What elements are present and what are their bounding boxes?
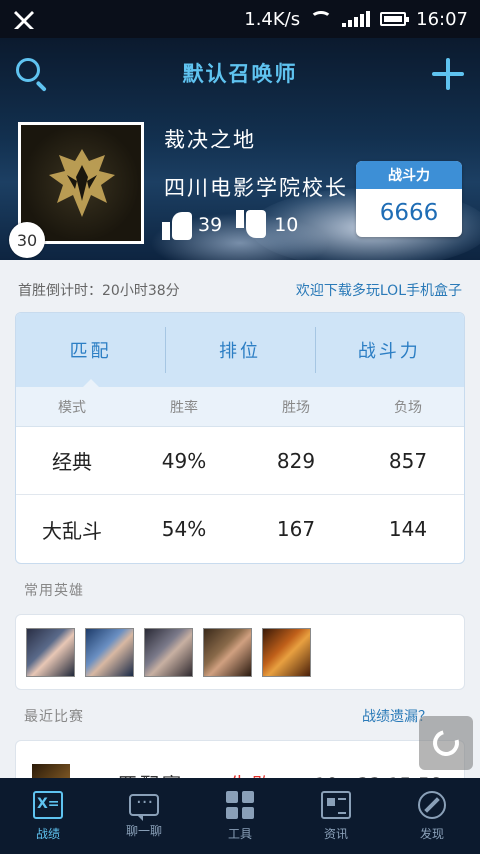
hero-avatar[interactable] bbox=[85, 627, 134, 677]
signal-icon bbox=[342, 11, 371, 27]
rating: 39 10 bbox=[162, 210, 298, 240]
notification-icon bbox=[12, 9, 42, 29]
level-badge: 30 bbox=[9, 222, 45, 258]
info-row: 首胜倒计时：20小时38分 欢迎下载多玩LOL手机盒子 bbox=[0, 272, 480, 308]
network-speed: 1.4K/s bbox=[244, 8, 301, 30]
nav-label: 聊一聊 bbox=[125, 823, 162, 838]
tab-ranked[interactable]: 排位 bbox=[165, 313, 314, 387]
chat-icon bbox=[129, 792, 159, 821]
stats-tabs: 匹配 排位 战斗力 bbox=[16, 313, 464, 388]
hero-avatar[interactable] bbox=[26, 627, 75, 677]
refresh-icon bbox=[428, 725, 464, 761]
recent-matches-header: 最近比赛 战绩遗漏？ bbox=[0, 700, 480, 732]
mode-cell: 经典 bbox=[52, 450, 92, 474]
nav-news[interactable]: 资讯 bbox=[288, 778, 384, 854]
table-row: 经典 49% 829 857 bbox=[16, 427, 464, 495]
top-nav: 默认召唤师 bbox=[0, 38, 480, 108]
tab-power[interactable]: 战斗力 bbox=[314, 313, 464, 387]
hero-avatar[interactable] bbox=[262, 627, 311, 677]
search-icon bbox=[16, 58, 40, 82]
wifi-icon bbox=[310, 11, 333, 27]
like-count: 39 bbox=[198, 214, 223, 236]
page-title[interactable]: 默认召唤师 bbox=[183, 58, 298, 88]
table-header: 模式 胜率 胜场 负场 bbox=[16, 387, 464, 427]
refresh-button[interactable] bbox=[419, 716, 473, 770]
status-bar: 1.4K/s 16:07 bbox=[0, 0, 480, 38]
nav-label: 发现 bbox=[419, 826, 444, 841]
thumb-up-icon[interactable] bbox=[162, 210, 192, 240]
losses-cell: 144 bbox=[388, 517, 428, 541]
discover-icon bbox=[418, 790, 446, 819]
nav-discover[interactable]: 发现 bbox=[384, 778, 480, 854]
winrate-cell: 49% bbox=[161, 448, 207, 473]
thumb-down-icon[interactable] bbox=[236, 210, 267, 240]
nav-label: 资讯 bbox=[323, 826, 348, 841]
dislike-count: 10 bbox=[274, 214, 299, 236]
bottom-nav: 战绩 聊一聊 工具 资讯 发现 bbox=[0, 778, 480, 854]
nav-label: 战绩 bbox=[35, 826, 60, 841]
column-header: 胜场 bbox=[282, 399, 310, 416]
battery-icon bbox=[380, 12, 410, 26]
stats-card: 匹配 排位 战斗力 模式 胜率 胜场 负场 经典 49% 829 857 大乱斗… bbox=[15, 312, 465, 564]
nav-chat[interactable]: 聊一聊 bbox=[96, 778, 192, 854]
losses-cell: 857 bbox=[388, 448, 428, 473]
mode-cell: 大乱斗 bbox=[42, 518, 102, 543]
wins-cell: 167 bbox=[276, 517, 316, 541]
tab-matchmaking[interactable]: 匹配 bbox=[16, 313, 165, 388]
power-label: 战斗力 bbox=[356, 161, 462, 189]
record-icon bbox=[33, 790, 63, 819]
power-value: 6666 bbox=[379, 200, 439, 226]
clock: 16:07 bbox=[416, 8, 468, 30]
hero-avatar[interactable] bbox=[203, 627, 252, 677]
column-header: 胜率 bbox=[170, 399, 198, 416]
download-promo-link[interactable]: 欢迎下载多玩LOL手机盒子 bbox=[296, 280, 462, 300]
first-win-countdown: 首胜倒计时：20小时38分 bbox=[18, 283, 180, 299]
frequent-heroes-label: 常用英雄 bbox=[24, 583, 84, 599]
search-button[interactable] bbox=[16, 58, 50, 92]
frequent-heroes bbox=[15, 614, 465, 690]
wins-cell: 829 bbox=[276, 448, 316, 473]
winrate-cell: 54% bbox=[161, 517, 207, 541]
power-card[interactable]: 战斗力 6666 bbox=[356, 161, 462, 237]
column-header: 负场 bbox=[394, 399, 422, 416]
summoner-emblem-icon bbox=[49, 149, 115, 217]
nav-label: 工具 bbox=[227, 826, 252, 841]
recent-matches-label: 最近比赛 bbox=[24, 709, 84, 725]
add-icon[interactable] bbox=[432, 58, 464, 90]
column-header: 模式 bbox=[58, 399, 86, 416]
hero-avatar[interactable] bbox=[144, 627, 193, 677]
guild-name: 四川电影学院校长 bbox=[164, 176, 348, 200]
news-icon bbox=[321, 790, 351, 819]
table-row: 大乱斗 54% 167 144 bbox=[16, 495, 464, 563]
server-name: 裁决之地 bbox=[164, 128, 256, 152]
nav-tools[interactable]: 工具 bbox=[192, 778, 288, 854]
nav-record[interactable]: 战绩 bbox=[0, 778, 96, 854]
profile-header: 默认召唤师 30 裁决之地 四川电影学院校长 39 10 战斗力 6666 bbox=[0, 38, 480, 260]
tools-icon bbox=[226, 790, 254, 819]
